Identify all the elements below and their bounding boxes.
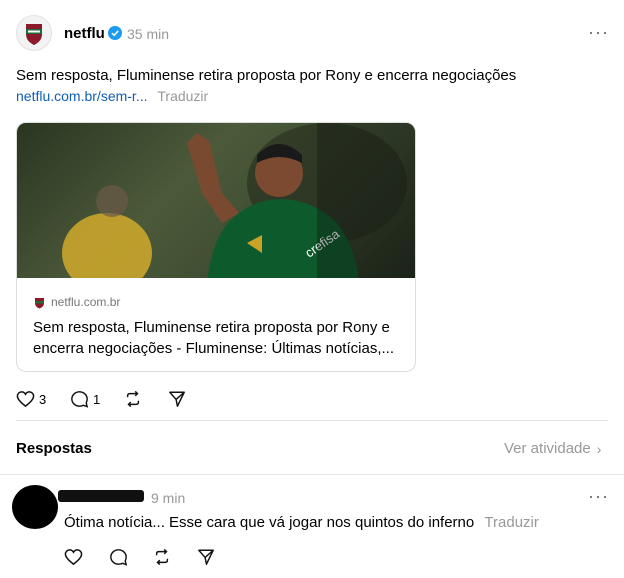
send-icon	[198, 549, 214, 565]
share-button[interactable]	[168, 390, 186, 408]
view-activity-button[interactable]: Ver atividade ›	[504, 440, 601, 457]
fluminense-logo-icon	[26, 24, 42, 45]
reply-share-button[interactable]	[197, 548, 215, 566]
heart-icon	[16, 391, 35, 408]
redacted-username	[58, 490, 144, 502]
repost-icon	[126, 390, 140, 408]
comment-icon	[71, 391, 89, 408]
like-button[interactable]: 3	[16, 390, 46, 408]
reply-text: Ótima notícia... Esse cara que vá jogar …	[64, 514, 475, 531]
comment-icon	[110, 549, 128, 566]
preview-image: crefisa	[17, 123, 415, 278]
translate-link[interactable]: Traduzir	[484, 514, 538, 531]
more-options-icon[interactable]: ···	[588, 22, 609, 43]
view-activity-label: Ver atividade	[504, 440, 591, 457]
reply-button[interactable]: 1	[70, 390, 100, 408]
reply-time: 9 min	[151, 490, 186, 506]
more-options-icon[interactable]: ···	[588, 486, 609, 507]
post-text: Sem resposta, Fluminense retira proposta…	[16, 67, 517, 84]
reply-count: 1	[93, 391, 101, 407]
divider	[0, 474, 624, 475]
card-domain: netflu.com.br	[51, 295, 121, 309]
site-favicon-icon	[35, 297, 44, 308]
like-count: 3	[39, 391, 47, 407]
card-title-line-1: Sem resposta, Fluminense retira proposta…	[33, 319, 390, 336]
repost-icon	[155, 548, 169, 566]
username[interactable]: netflu	[64, 25, 105, 42]
translate-link[interactable]: Traduzir	[157, 88, 208, 104]
reply-comment-button[interactable]	[109, 548, 128, 566]
send-icon	[169, 391, 185, 407]
heart-icon	[64, 549, 83, 566]
chevron-right-icon: ›	[596, 440, 602, 457]
card-title-line-2: encerra negociações - Fluminense: Última…	[33, 340, 394, 357]
link-preview-card[interactable]: crefisa netflu.com.br Sem resposta, Flum…	[16, 122, 416, 372]
verified-badge-icon	[108, 26, 122, 45]
replies-header: Respostas	[16, 440, 92, 457]
reply-avatar[interactable]	[12, 485, 58, 529]
divider	[16, 420, 608, 421]
reply-like-button[interactable]	[64, 548, 83, 566]
avatar[interactable]	[16, 15, 52, 51]
repost-button[interactable]	[124, 390, 142, 408]
post-link[interactable]: netflu.com.br/sem-r...	[16, 88, 147, 104]
reply-repost-button[interactable]	[153, 548, 171, 566]
post-time: 35 min	[127, 26, 170, 42]
